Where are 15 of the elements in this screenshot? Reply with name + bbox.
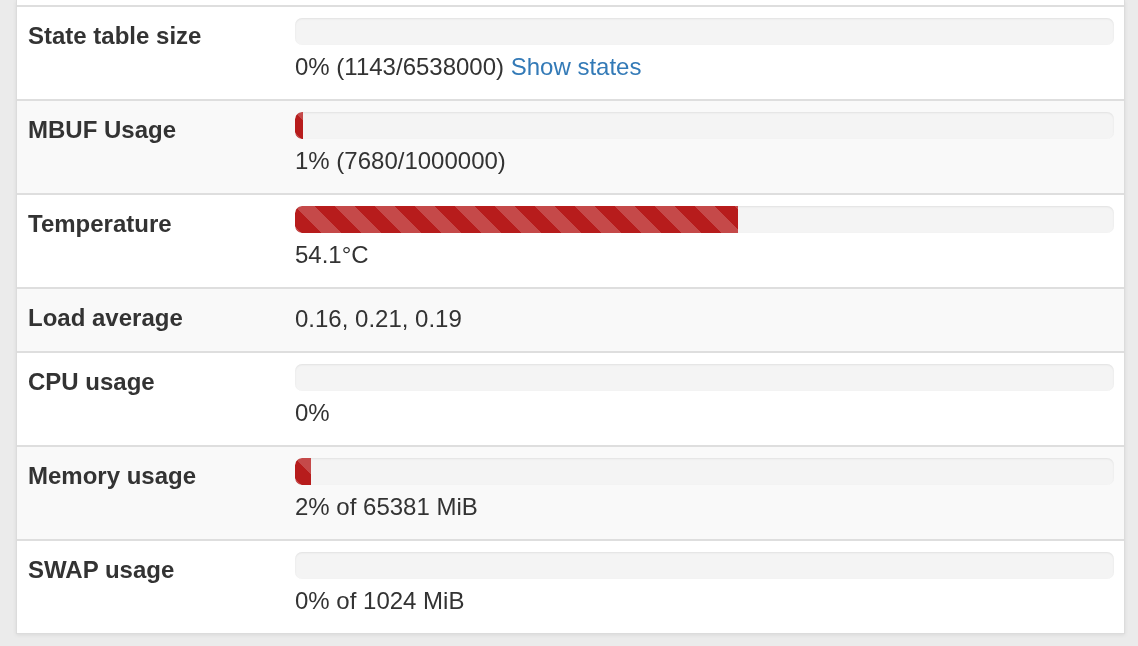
reading-text: 0% xyxy=(295,398,330,428)
reading-text: 54.1°C xyxy=(295,240,369,270)
row-label: CPU usage xyxy=(28,367,155,397)
reading-text: 2% of 65381 MiB xyxy=(295,492,478,522)
reading-text: 0% of 1024 MiB xyxy=(295,586,465,616)
row-label: MBUF Usage xyxy=(28,115,177,145)
reading-text: 1% (7680/1000000) xyxy=(295,146,506,176)
row-label: SWAP usage xyxy=(28,555,175,585)
show-states-link[interactable]: Show states xyxy=(510,48,642,86)
row-label: Load average xyxy=(28,303,183,333)
value-text: 0.16, 0.21, 0.19 xyxy=(295,304,462,334)
row-label: Memory usage xyxy=(28,461,197,491)
row-label: Temperature xyxy=(28,209,172,239)
row-label: State table size xyxy=(28,21,202,51)
reading-text: 0% (1143/6538000) xyxy=(295,52,505,82)
